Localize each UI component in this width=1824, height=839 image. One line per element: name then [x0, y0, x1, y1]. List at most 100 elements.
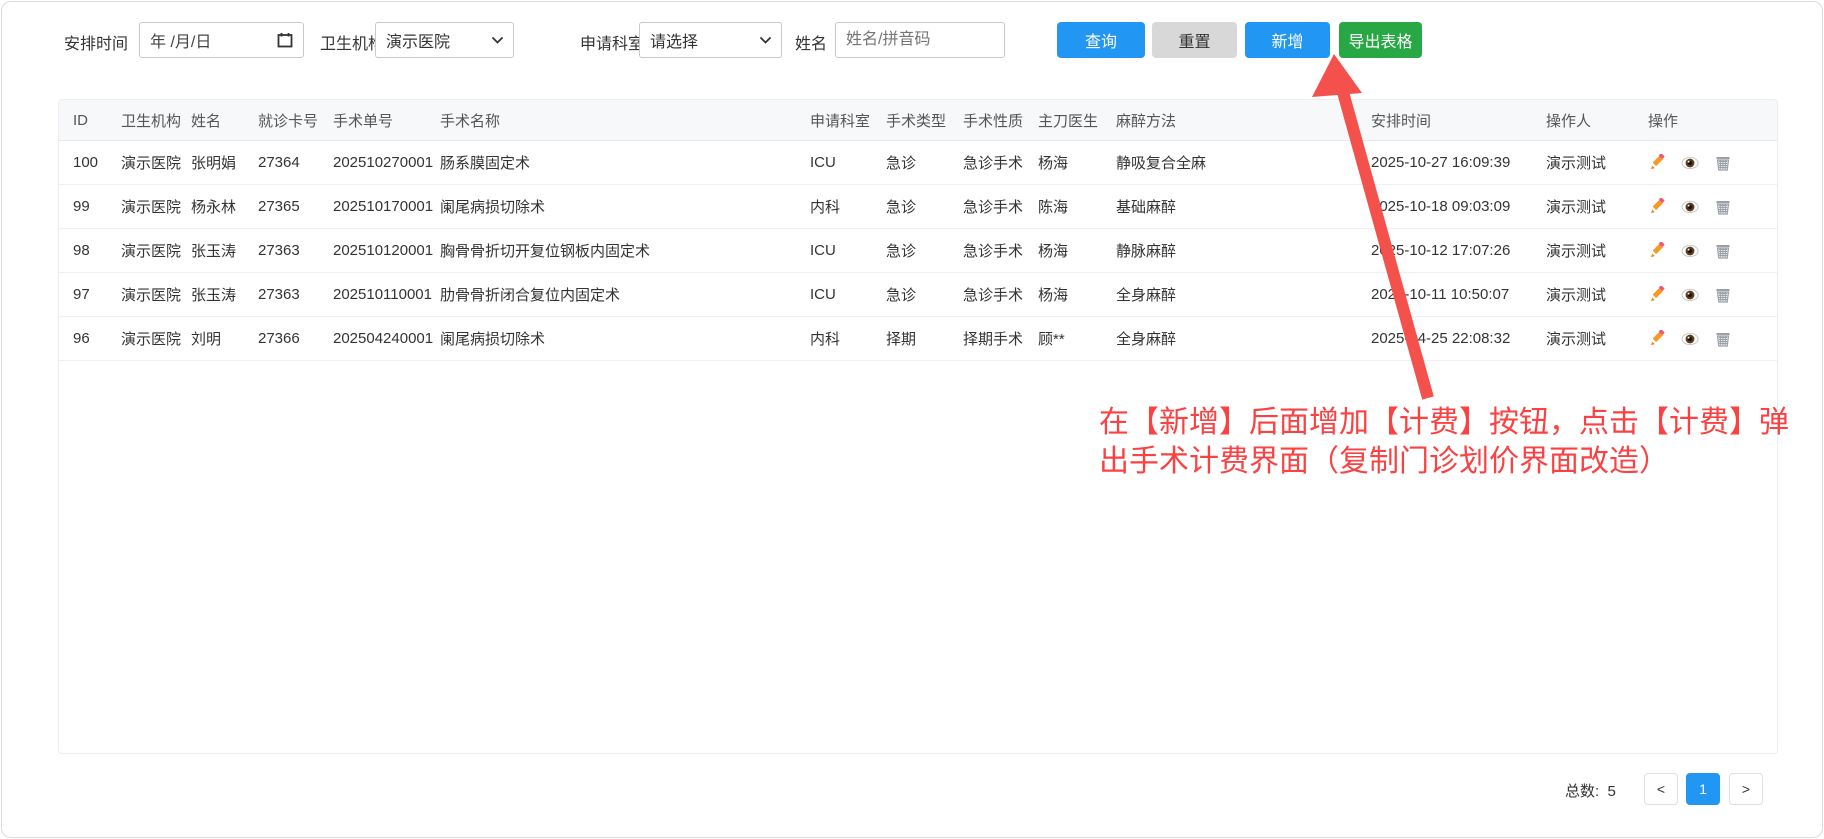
- cell-order_no: 202510270001: [333, 154, 440, 171]
- cell-nature: 急诊手术: [963, 196, 1038, 217]
- dept-label: 申请科室: [580, 30, 644, 54]
- org-selected-value: 演示医院: [386, 28, 450, 52]
- cell-anesthesia: 全身麻醉: [1116, 284, 1371, 305]
- edit-icon[interactable]: [1648, 286, 1666, 304]
- column-header: 主刀医生: [1038, 110, 1116, 131]
- org-select[interactable]: 演示医院: [375, 22, 514, 58]
- cell-nature: 急诊手术: [963, 284, 1038, 305]
- cell-id: 98: [73, 242, 121, 259]
- view-icon[interactable]: [1681, 286, 1699, 304]
- cell-type: 急诊: [886, 196, 963, 217]
- delete-icon[interactable]: [1714, 242, 1732, 260]
- search-button[interactable]: 查询: [1057, 22, 1145, 58]
- table-row: 96演示医院刘明27366202504240001阑尾病损切除术内科择期择期手术…: [59, 317, 1777, 361]
- cell-order_no: 202510110001: [333, 286, 440, 303]
- cell-name: 杨永林: [191, 196, 258, 217]
- cell-surgeon: 杨海: [1038, 284, 1116, 305]
- export-button[interactable]: 导出表格: [1339, 22, 1422, 58]
- cell-nature: 择期手术: [963, 328, 1038, 349]
- cell-card_no: 27366: [258, 330, 333, 347]
- cell-time: 2025-10-12 17:07:26: [1371, 242, 1546, 259]
- name-input[interactable]: [835, 22, 1005, 58]
- edit-icon[interactable]: [1648, 154, 1666, 172]
- column-header: 姓名: [191, 110, 258, 131]
- total-count: 总数: 5: [1565, 780, 1616, 801]
- table-header: ID卫生机构姓名就诊卡号手术单号手术名称申请科室手术类型手术性质主刀医生麻醉方法…: [59, 100, 1777, 141]
- dept-select[interactable]: 请选择: [639, 22, 782, 58]
- page-1-button[interactable]: 1: [1686, 773, 1720, 805]
- cell-name: 张玉涛: [191, 284, 258, 305]
- view-icon[interactable]: [1681, 242, 1699, 260]
- cell-order_no: 202504240001: [333, 330, 440, 347]
- cell-card_no: 27364: [258, 154, 333, 171]
- cell-dept: 内科: [810, 196, 886, 217]
- cell-order_no: 202510170001: [333, 198, 440, 215]
- cell-name: 张明娟: [191, 152, 258, 173]
- delete-icon[interactable]: [1714, 198, 1732, 216]
- cell-operator: 演示测试: [1546, 240, 1648, 261]
- row-actions: [1648, 286, 1777, 304]
- cell-name: 张玉涛: [191, 240, 258, 261]
- cell-id: 100: [73, 154, 121, 171]
- cell-type: 急诊: [886, 240, 963, 261]
- view-icon[interactable]: [1681, 198, 1699, 216]
- view-icon[interactable]: [1681, 154, 1699, 172]
- view-icon[interactable]: [1681, 330, 1699, 348]
- cell-operator: 演示测试: [1546, 196, 1648, 217]
- cell-card_no: 27365: [258, 198, 333, 215]
- column-header: 操作人: [1546, 110, 1648, 131]
- column-header: 麻醉方法: [1116, 110, 1371, 131]
- column-header: 手术名称: [440, 110, 810, 131]
- cell-surgery: 阑尾病损切除术: [440, 196, 810, 217]
- dept-selected-value: 请选择: [650, 28, 698, 52]
- cell-dept: 内科: [810, 328, 886, 349]
- edit-icon[interactable]: [1648, 330, 1666, 348]
- cell-time: 2025-10-18 09:03:09: [1371, 198, 1546, 215]
- cell-org: 演示医院: [121, 240, 191, 261]
- cell-dept: ICU: [810, 286, 886, 303]
- chevron-down-icon: [492, 37, 503, 44]
- cell-type: 择期: [886, 328, 963, 349]
- cell-operator: 演示测试: [1546, 328, 1648, 349]
- cell-type: 急诊: [886, 284, 963, 305]
- cell-id: 97: [73, 286, 121, 303]
- column-header: ID: [73, 112, 121, 129]
- cell-org: 演示医院: [121, 284, 191, 305]
- prev-page-button[interactable]: <: [1644, 773, 1678, 805]
- cell-order_no: 202510120001: [333, 242, 440, 259]
- cell-dept: ICU: [810, 154, 886, 171]
- cell-operator: 演示测试: [1546, 152, 1648, 173]
- reset-button[interactable]: 重置: [1152, 22, 1237, 58]
- cell-anesthesia: 静吸复合全麻: [1116, 152, 1371, 173]
- schedule-date-input[interactable]: 年 /月/日: [139, 22, 304, 58]
- annotation-line1: 在【新增】后面增加【计费】按钮，点击【计费】弹: [1099, 403, 1819, 442]
- chevron-down-icon: [760, 37, 771, 44]
- column-header: 申请科室: [810, 110, 886, 131]
- cell-card_no: 27363: [258, 286, 333, 303]
- edit-icon[interactable]: [1648, 198, 1666, 216]
- cell-id: 99: [73, 198, 121, 215]
- name-label: 姓名: [795, 30, 827, 54]
- add-button[interactable]: 新增: [1245, 22, 1330, 58]
- date-value: 年 /月/日: [150, 28, 211, 52]
- delete-icon[interactable]: [1714, 286, 1732, 304]
- cell-time: 2025-10-11 10:50:07: [1371, 286, 1546, 303]
- cell-surgery: 阑尾病损切除术: [440, 328, 810, 349]
- annotation-note: 在【新增】后面增加【计费】按钮，点击【计费】弹 出手术计费界面（复制门诊划价界面…: [1099, 403, 1819, 481]
- cell-time: 2025-04-25 22:08:32: [1371, 330, 1546, 347]
- cell-org: 演示医院: [121, 328, 191, 349]
- filter-toolbar: 安排时间 年 /月/日 卫生机构 演示医院 申请科室 请选择 姓名 查询 重置 …: [2, 2, 1822, 78]
- cell-id: 96: [73, 330, 121, 347]
- schedule-time-label: 安排时间: [64, 30, 128, 54]
- column-header: 手术单号: [333, 110, 440, 131]
- cell-surgeon: 杨海: [1038, 240, 1116, 261]
- row-actions: [1648, 330, 1777, 348]
- cell-nature: 急诊手术: [963, 240, 1038, 261]
- calendar-icon[interactable]: [277, 32, 293, 48]
- column-header: 卫生机构: [121, 110, 191, 131]
- next-page-button[interactable]: >: [1729, 773, 1763, 805]
- cell-time: 2025-10-27 16:09:39: [1371, 154, 1546, 171]
- edit-icon[interactable]: [1648, 242, 1666, 260]
- delete-icon[interactable]: [1714, 154, 1732, 172]
- delete-icon[interactable]: [1714, 330, 1732, 348]
